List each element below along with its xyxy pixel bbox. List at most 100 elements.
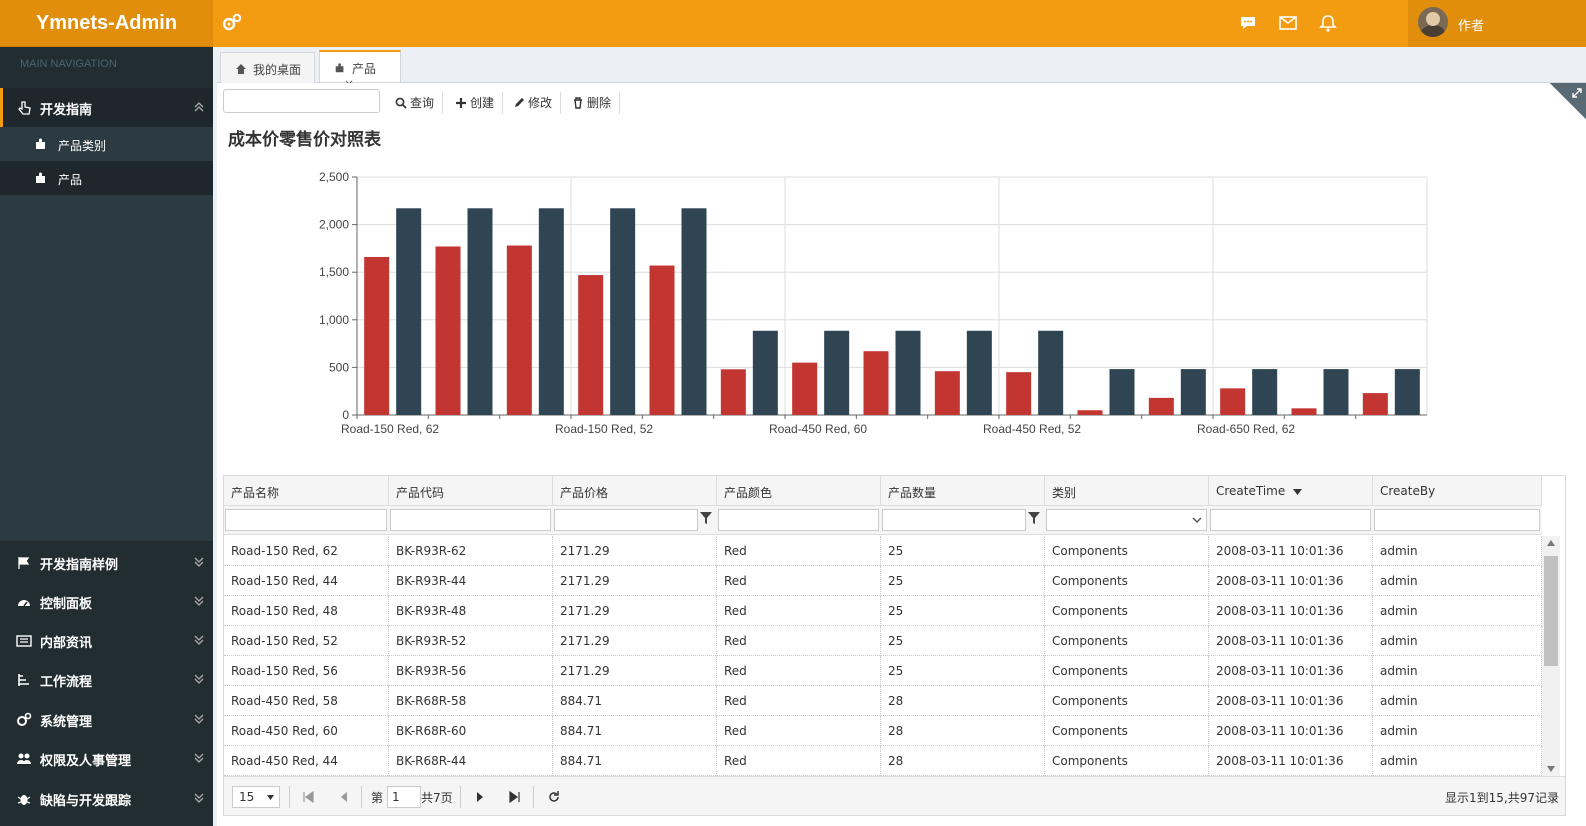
envelope-icon[interactable] — [1278, 13, 1298, 33]
table-row[interactable]: Road-450 Red, 60 BK-R68R-60 884.71 Red 28 Com… — [224, 716, 1542, 746]
tab-product[interactable]: 产品× — [319, 50, 401, 91]
sidebar-item-product-category[interactable]: 产品类别 — [0, 127, 213, 161]
cell-price: 884.71 — [553, 686, 717, 716]
cell-createby: admin — [1373, 566, 1542, 596]
table-row[interactable]: Road-150 Red, 52 BK-R93R-52 2171.29 Red 25 Co… — [224, 626, 1542, 656]
bar — [792, 362, 818, 415]
filter-select[interactable] — [1046, 509, 1207, 531]
cell-price: 884.71 — [553, 716, 717, 746]
delete-button[interactable]: 删除 — [572, 92, 620, 114]
bar — [506, 245, 532, 415]
table-row[interactable]: Road-450 Red, 58 BK-R68R-58 884.71 Red 28 Com… — [224, 686, 1542, 716]
tab-desktop[interactable]: 我的桌面 — [220, 52, 315, 83]
sidebar-group-workflow[interactable]: 工作流程 — [0, 660, 213, 699]
cell-name: Road-450 Red, 44 — [224, 746, 389, 776]
table-row[interactable]: Road-150 Red, 56 BK-R93R-56 2171.29 Red 25 Co… — [224, 656, 1542, 686]
prev-page-icon[interactable] — [337, 790, 351, 804]
chevron-down-icon — [194, 557, 204, 567]
cell-createby: admin — [1373, 536, 1542, 566]
sidebar-group-bug-tracking[interactable]: 缺陷与开发跟踪 — [0, 779, 213, 818]
filter-input[interactable] — [1210, 509, 1371, 531]
column-header-quantity[interactable]: 产品数量 — [881, 476, 1045, 506]
scrollbar-thumb[interactable] — [1544, 556, 1558, 666]
cell-color: Red — [717, 716, 881, 746]
cell-color: Red — [717, 656, 881, 686]
comments-icon[interactable] — [1238, 13, 1258, 33]
cell-price: 2171.29 — [553, 656, 717, 686]
cell-price: 2171.29 — [553, 626, 717, 656]
y-tick-label: 2,500 — [319, 170, 349, 184]
refresh-icon[interactable] — [547, 790, 561, 804]
sidebar-group-news[interactable]: 内部资讯 — [0, 621, 213, 660]
page-number-input[interactable]: 1 — [387, 786, 421, 808]
bar — [1077, 410, 1103, 415]
cell-category: Components — [1045, 686, 1209, 716]
filter-icon[interactable] — [700, 511, 712, 525]
filter-input[interactable] — [554, 509, 698, 531]
sidebar-group-dev-samples[interactable]: 开发指南样例 — [0, 543, 213, 582]
table-row[interactable]: Road-450 Red, 44 BK-R68R-44 884.71 Red 28 Com… — [224, 746, 1542, 776]
table-row[interactable]: Road-150 Red, 48 BK-R93R-48 2171.29 Red 25 Co… — [224, 596, 1542, 626]
scroll-down-icon[interactable] — [1547, 766, 1555, 772]
chevron-down-icon — [194, 674, 204, 684]
sidebar-group-label: 权限及人事管理 — [40, 754, 132, 769]
expand-icon — [1572, 88, 1582, 98]
cell-code: BK-R93R-48 — [389, 596, 553, 626]
page-size-select[interactable]: 15 — [232, 786, 280, 808]
cell-category: Components — [1045, 566, 1209, 596]
sidebar-group-permissions[interactable]: 权限及人事管理 — [0, 739, 213, 778]
x-tick-label: Road-450 Red, 60 — [769, 422, 867, 436]
sidebar-group-label: 内部资讯 — [40, 636, 93, 651]
query-button[interactable]: 查询 — [395, 92, 443, 114]
create-button[interactable]: 创建 — [455, 92, 503, 114]
cell-createtime: 2008-03-11 10:01:36 — [1209, 626, 1373, 656]
search-input[interactable] — [223, 89, 380, 113]
x-tick-label: Road-150 Red, 62 — [341, 422, 439, 436]
column-header-category[interactable]: 类别 — [1045, 476, 1209, 506]
bar — [435, 246, 461, 415]
bar — [1394, 369, 1420, 415]
sidebar-group-dev-guide[interactable]: 开发指南 — [0, 88, 213, 127]
filter-input[interactable] — [390, 509, 551, 531]
app-logo[interactable]: Ymnets-Admin — [0, 0, 213, 47]
filter-input[interactable] — [1374, 509, 1540, 531]
cell-code: BK-R93R-52 — [389, 626, 553, 656]
first-page-icon[interactable] — [301, 790, 315, 804]
cell-createtime: 2008-03-11 10:01:36 — [1209, 716, 1373, 746]
filter-input[interactable] — [718, 509, 879, 531]
next-page-icon[interactable] — [473, 790, 487, 804]
scroll-up-icon[interactable] — [1547, 540, 1555, 546]
filter-icon[interactable] — [1028, 511, 1040, 525]
sidebar-group-system[interactable]: 系统管理 — [0, 700, 213, 739]
filter-input[interactable] — [882, 509, 1026, 531]
sidebar-group-dashboard[interactable]: 控制面板 — [0, 582, 213, 621]
bar — [610, 208, 636, 415]
bell-icon[interactable] — [1318, 13, 1338, 33]
column-header-code[interactable]: 产品代码 — [389, 476, 553, 506]
create-label: 创建 — [470, 96, 495, 110]
column-header-createtime[interactable]: CreateTime — [1209, 476, 1373, 506]
sidebar-item-product[interactable]: 产品 — [0, 161, 213, 195]
user-menu[interactable]: 作者 — [1408, 0, 1586, 47]
column-header-createby[interactable]: CreateBy — [1373, 476, 1542, 506]
filter-row — [224, 506, 1542, 535]
last-page-icon[interactable] — [508, 790, 522, 804]
filter-input[interactable] — [225, 509, 387, 531]
edit-button[interactable]: 修改 — [513, 92, 561, 114]
column-header-name[interactable]: 产品名称 — [224, 476, 389, 506]
column-header-color[interactable]: 产品颜色 — [717, 476, 881, 506]
cell-createtime: 2008-03-11 10:01:36 — [1209, 686, 1373, 716]
cell-name: Road-150 Red, 44 — [224, 566, 389, 596]
fullscreen-toggle[interactable] — [1550, 83, 1586, 119]
cogs-toggle-icon[interactable] — [221, 12, 243, 34]
x-tick-label: Road-450 Red, 52 — [983, 422, 1081, 436]
tab-bar: 我的桌面 产品× — [217, 47, 1586, 91]
grid-scrollbar[interactable] — [1542, 536, 1560, 776]
column-header-price[interactable]: 产品价格 — [553, 476, 717, 506]
table-row[interactable]: Road-150 Red, 62 BK-R93R-62 2171.29 Red 25 Co… — [224, 536, 1542, 566]
cell-quantity: 25 — [881, 626, 1045, 656]
cogs-icon — [17, 712, 32, 726]
cell-price: 884.71 — [553, 746, 717, 776]
table-row[interactable]: Road-150 Red, 44 BK-R93R-44 2171.29 Red 25 Co… — [224, 566, 1542, 596]
bar — [1006, 372, 1032, 415]
